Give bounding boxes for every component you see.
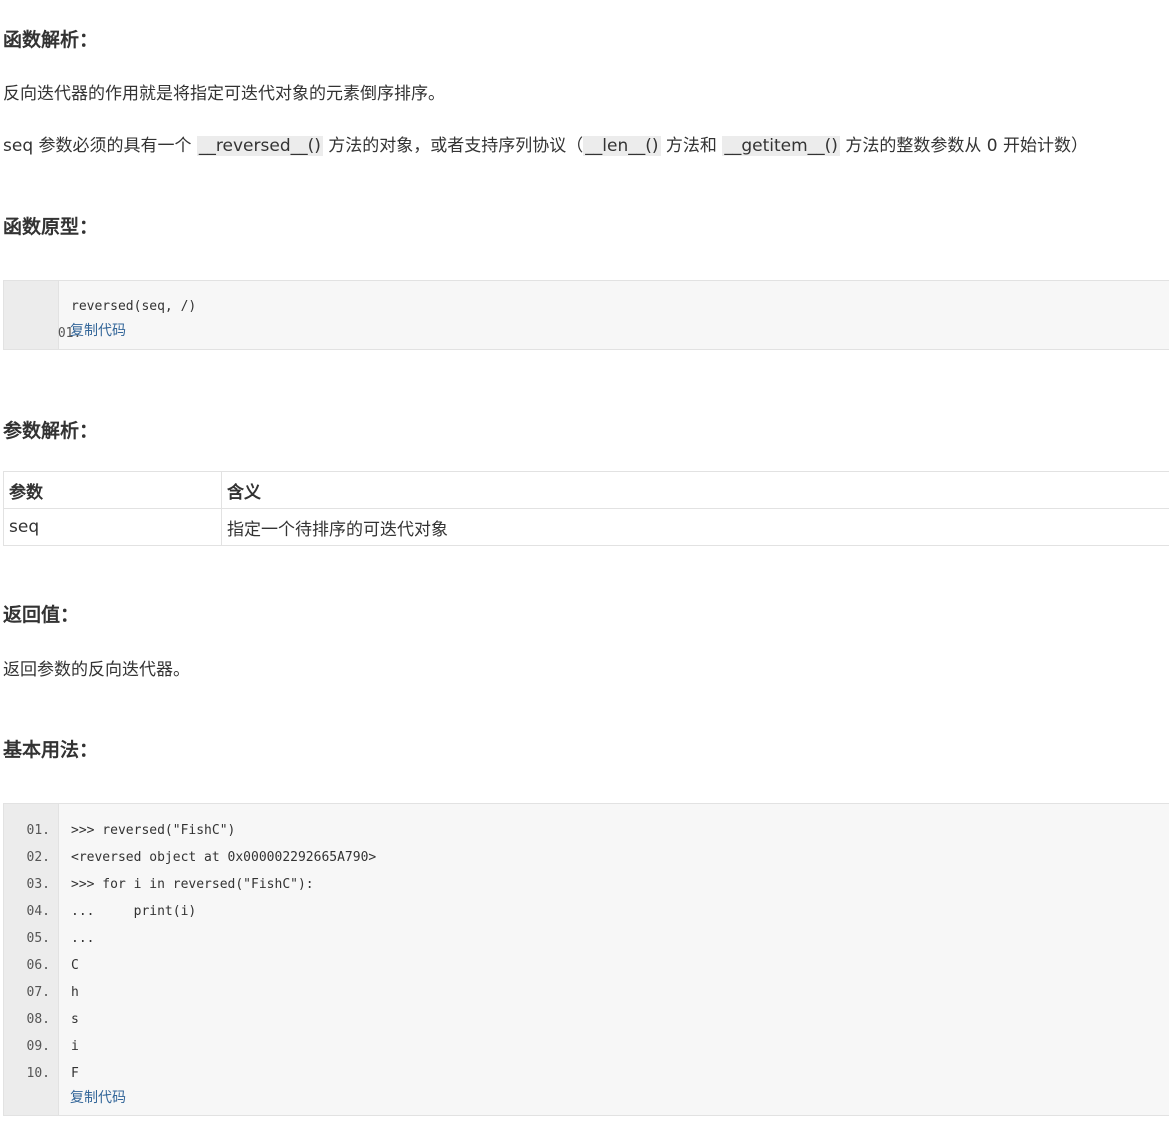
params-table: 参数 含义 seq 指定一个待排序的可迭代对象 [3, 471, 1169, 546]
code-text: reversed(seq, /) [71, 299, 197, 314]
table-cell-meaning: 指定一个待排序的可迭代对象 [221, 508, 1169, 546]
copy-code-link[interactable]: 复制代码 [70, 321, 126, 341]
code-line: 04. ... print(i) [4, 898, 197, 925]
code-line: 07. h [4, 979, 79, 1006]
code-line: 05.... [4, 925, 95, 952]
table-cell-param: seq [3, 508, 222, 546]
line-number: 04. [26, 904, 50, 919]
code-text: >>> for i in reversed("FishC"): [71, 877, 314, 892]
table-header-meaning: 含义 [221, 471, 1169, 509]
code-text: ... [71, 931, 95, 946]
inline-code-getitem: __getitem__() [722, 136, 840, 156]
line-number: 02. [26, 850, 50, 865]
line-number: 01. [26, 823, 50, 838]
line-number: 05. [26, 931, 50, 946]
prototype-code-block: 01. reversed(seq, /) 复制代码 [3, 280, 1169, 350]
return-heading: 返回值： [3, 604, 80, 626]
return-paragraph: 返回参数的反向迭代器。 [3, 660, 190, 680]
code-text: >>> reversed("FishC") [71, 823, 236, 838]
table-row: seq 指定一个待排序的可迭代对象 [3, 508, 1169, 546]
code-line: 02. <reversed object at 0x000002292665A79… [4, 844, 377, 871]
line-number: 10. [26, 1066, 50, 1081]
code-line: 09. i [4, 1033, 79, 1060]
line-number: 08. [26, 1012, 50, 1027]
code-line: 06. C [4, 952, 79, 979]
usage-code-block: 复制代码 01. >>> reversed("FishC") 02. <reverse… [3, 803, 1169, 1116]
line-number: 09. [26, 1039, 50, 1054]
analysis-text-3: 方法和 [660, 136, 723, 156]
code-line: 01. >>> reversed("FishC") [4, 817, 236, 844]
line-number: 07. [26, 985, 50, 1000]
code-line: 01. reversed(seq, /) [4, 293, 196, 341]
code-text: <reversed object at 0x000002292665A790> [71, 850, 377, 865]
prototype-heading: 函数原型： [3, 216, 99, 238]
usage-heading: 基本用法： [3, 739, 99, 761]
code-text: s [71, 1012, 79, 1027]
analysis-text-1: seq 参数必须的具有一个 [3, 136, 197, 156]
inline-code-reversed: __reversed__() [196, 136, 323, 156]
code-text: i [71, 1039, 79, 1054]
table-header-param: 参数 [3, 471, 222, 509]
analysis-paragraph-2: seq 参数必须的具有一个 __reversed__() 方法的对象，或者支持序… [3, 133, 1088, 159]
code-line: 08. s [4, 1006, 79, 1033]
code-line: 03. >>> for i in reversed("FishC"): [4, 871, 314, 898]
code-text: F [71, 1066, 79, 1081]
code-text: h [71, 985, 79, 1000]
code-text: ... print(i) [71, 904, 197, 919]
analysis-text-2: 方法的对象，或者支持序列协议（ [322, 136, 584, 156]
analysis-heading: 函数解析： [3, 29, 99, 51]
line-number: 03. [26, 877, 50, 892]
params-heading: 参数解析： [3, 420, 99, 442]
analysis-paragraph-1: 反向迭代器的作用就是将指定可迭代对象的元素倒序排序。 [3, 84, 445, 104]
code-line: 10. F [4, 1060, 79, 1087]
analysis-text-4: 方法的整数参数从 0 开始计数） [839, 136, 1088, 156]
copy-code-link[interactable]: 复制代码 [70, 1088, 126, 1108]
line-number: 06. [26, 958, 50, 973]
inline-code-len: __len__() [583, 136, 661, 156]
table-header-row: 参数 含义 [3, 471, 1169, 509]
code-text: C [71, 958, 79, 973]
